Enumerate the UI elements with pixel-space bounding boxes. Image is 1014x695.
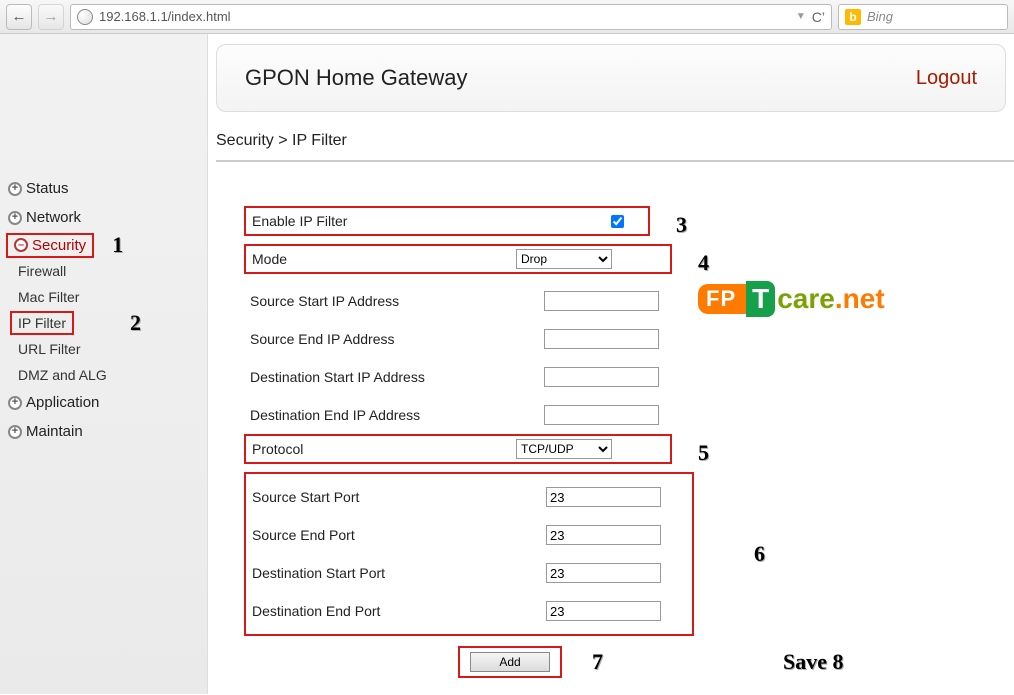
protocol-select[interactable]: TCP/UDP bbox=[516, 439, 612, 459]
url-dropdown-icon[interactable]: ▼ bbox=[796, 11, 806, 22]
plus-icon: + bbox=[8, 396, 22, 410]
header-card: GPON Home Gateway Logout bbox=[216, 44, 1006, 112]
protocol-row: Protocol TCP/UDP bbox=[244, 434, 672, 464]
sidebar-item-status[interactable]: + Status bbox=[0, 174, 207, 203]
page-title: GPON Home Gateway bbox=[245, 65, 468, 91]
enable-checkbox[interactable] bbox=[611, 215, 624, 228]
plus-icon: + bbox=[8, 425, 22, 439]
sidebar-subitem-dmz-alg[interactable]: DMZ and ALG bbox=[0, 362, 207, 388]
dst-start-port-input[interactable] bbox=[546, 563, 661, 583]
browser-toolbar: ← → 192.168.1.1/index.html ▼ C’ b Bing bbox=[0, 0, 1014, 34]
dst-end-port-label: Destination End Port bbox=[246, 603, 516, 619]
add-button[interactable]: Add bbox=[470, 652, 550, 672]
sidebar-item-label: Network bbox=[26, 209, 81, 226]
mode-row: Mode Drop bbox=[244, 244, 672, 274]
sidebar-item-security[interactable]: – Security bbox=[6, 233, 94, 258]
sidebar: + Status + Network – Security 1 Firewall… bbox=[0, 34, 208, 694]
sidebar-item-maintain[interactable]: + Maintain bbox=[0, 417, 207, 446]
logout-link[interactable]: Logout bbox=[916, 67, 977, 90]
sidebar-subitem-mac-filter[interactable]: Mac Filter bbox=[0, 284, 207, 310]
dst-end-ip-label: Destination End IP Address bbox=[244, 407, 514, 423]
dst-end-ip-input[interactable] bbox=[544, 405, 659, 425]
globe-icon bbox=[77, 9, 93, 25]
dst-end-port-input[interactable] bbox=[546, 601, 661, 621]
annotation-2: 2 bbox=[130, 310, 141, 336]
src-start-ip-label: Source Start IP Address bbox=[244, 293, 514, 309]
url-text: 192.168.1.1/index.html bbox=[99, 9, 796, 24]
dst-start-ip-input[interactable] bbox=[544, 367, 659, 387]
src-end-ip-label: Source End IP Address bbox=[244, 331, 514, 347]
dst-start-port-label: Destination Start Port bbox=[246, 565, 516, 581]
search-input[interactable]: b Bing bbox=[838, 4, 1008, 30]
src-start-port-input[interactable] bbox=[546, 487, 661, 507]
bing-icon: b bbox=[845, 9, 861, 25]
sidebar-item-label: Maintain bbox=[26, 423, 83, 440]
search-placeholder: Bing bbox=[867, 9, 893, 24]
src-end-port-input[interactable] bbox=[546, 525, 661, 545]
annotation-8: Save 8 bbox=[783, 649, 844, 675]
src-start-ip-input[interactable] bbox=[544, 291, 659, 311]
url-bar[interactable]: 192.168.1.1/index.html ▼ C’ bbox=[70, 4, 832, 30]
annotation-4: 4 bbox=[698, 250, 709, 276]
annotation-7: 7 bbox=[592, 649, 603, 675]
protocol-label: Protocol bbox=[246, 441, 516, 457]
main-content: GPON Home Gateway Logout Security > IP F… bbox=[208, 34, 1014, 694]
sidebar-subitem-url-filter[interactable]: URL Filter bbox=[0, 336, 207, 362]
annotation-5: 5 bbox=[698, 440, 709, 466]
sidebar-subitem-firewall[interactable]: Firewall bbox=[0, 258, 207, 284]
forward-button[interactable]: → bbox=[38, 4, 64, 30]
sidebar-item-label: Status bbox=[26, 180, 69, 197]
mode-label: Mode bbox=[246, 251, 516, 267]
ip-filter-form: Enable IP Filter 3 Mode Drop 4 Source St… bbox=[216, 162, 1006, 678]
annotation-3: 3 bbox=[676, 212, 687, 238]
annotation-6: 6 bbox=[754, 541, 765, 567]
mode-select[interactable]: Drop bbox=[516, 249, 612, 269]
plus-icon: + bbox=[8, 211, 22, 225]
src-end-ip-input[interactable] bbox=[544, 329, 659, 349]
add-button-highlight: Add bbox=[458, 646, 562, 678]
dst-start-ip-label: Destination Start IP Address bbox=[244, 369, 514, 385]
sidebar-item-application[interactable]: + Application bbox=[0, 388, 207, 417]
sidebar-item-label: Security bbox=[32, 237, 86, 254]
enable-row: Enable IP Filter bbox=[244, 206, 650, 236]
breadcrumb: Security > IP Filter bbox=[216, 128, 1006, 160]
annotation-1: 1 bbox=[112, 232, 123, 258]
enable-label: Enable IP Filter bbox=[246, 213, 513, 229]
src-end-port-label: Source End Port bbox=[246, 527, 516, 543]
minus-icon: – bbox=[14, 238, 28, 252]
sidebar-item-label: Application bbox=[26, 394, 99, 411]
src-start-port-label: Source Start Port bbox=[246, 489, 516, 505]
plus-icon: + bbox=[8, 182, 22, 196]
port-group: Source Start Port Source End Port Destin… bbox=[244, 472, 694, 636]
sidebar-subitem-ip-filter[interactable]: IP Filter bbox=[10, 311, 74, 335]
reload-icon[interactable]: C’ bbox=[812, 9, 825, 25]
back-button[interactable]: ← bbox=[6, 4, 32, 30]
sidebar-item-network[interactable]: + Network bbox=[0, 203, 207, 232]
